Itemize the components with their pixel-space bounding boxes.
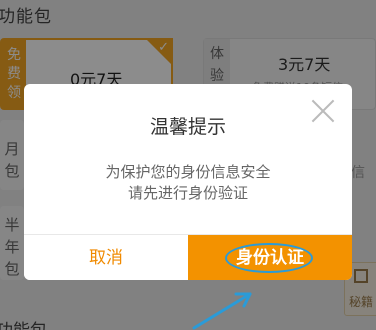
dialog-message: 为保护您的身份信息安全 请先进行身份验证	[24, 162, 352, 204]
dialog-message-line2: 请先进行身份验证	[127, 184, 248, 202]
dialog-title: 温馨提示	[149, 116, 226, 138]
close-icon[interactable]	[310, 98, 336, 124]
dialog-message-line1: 为保护您的身份信息安全	[105, 163, 271, 181]
annotation-arrow-icon	[192, 292, 252, 330]
tip-dialog: 温馨提示 为保护您的身份信息安全 请先进行身份验证 取消 身份认证	[24, 84, 352, 280]
cancel-button[interactable]: 取消	[24, 235, 188, 280]
highlight-ring	[225, 243, 313, 273]
